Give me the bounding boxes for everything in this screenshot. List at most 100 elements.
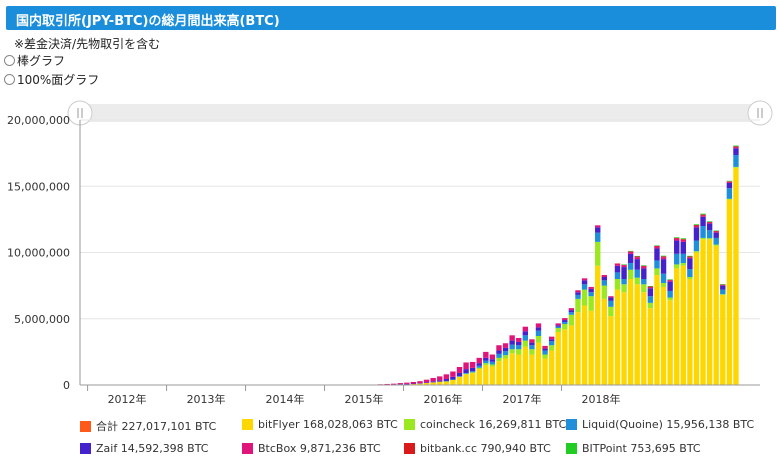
bar-segment	[548, 350, 555, 385]
bar-segment	[502, 358, 509, 385]
bar-segment	[667, 280, 673, 282]
legend-item-bitbank[interactable]: bitbank.cc 790,940 BTC	[404, 442, 551, 455]
legend-label: bitbank.cc 790,940 BTC	[420, 442, 551, 455]
legend-swatch	[80, 443, 91, 454]
legend-item-bitflyer[interactable]: bitFlyer 168,028,063 BTC	[242, 418, 398, 431]
bar-segment	[706, 239, 713, 385]
bar-segment	[608, 306, 614, 317]
bar-segment	[713, 245, 719, 386]
bar-segment	[720, 294, 726, 385]
bar-segment	[476, 367, 482, 370]
bar-segment	[706, 222, 713, 224]
bar-segment	[522, 326, 529, 332]
x-axis: 2012年 2013年 2014年 2015年 2016年 2017年 2018年	[80, 384, 760, 406]
bar-segment	[713, 230, 719, 232]
bar-segment	[660, 259, 667, 274]
bar-segment	[660, 256, 667, 258]
bar-segment	[614, 279, 621, 290]
bar-segment	[562, 318, 568, 321]
bar-segment	[437, 376, 443, 381]
bar-segment	[654, 248, 660, 261]
bar-segment	[568, 310, 575, 313]
bar-segment	[496, 350, 502, 354]
bar-segment	[575, 312, 581, 386]
bar-segment	[522, 335, 529, 341]
bar-segment	[667, 281, 673, 291]
legend-item-liquid[interactable]: Liquid(Quoine) 15,956,138 BTC	[566, 418, 754, 431]
bar-segment	[693, 227, 700, 241]
bar-segment	[660, 273, 667, 283]
legend-item-bitpoint[interactable]: BITPoint 753,695 BTC	[566, 442, 701, 455]
bar-segment	[476, 365, 482, 368]
bar-segment	[733, 148, 739, 155]
bar-segment	[522, 346, 529, 385]
bar-segment	[581, 284, 588, 290]
bar-segment	[621, 267, 627, 279]
bar-segment	[634, 284, 640, 385]
bar-segment	[687, 277, 693, 279]
bar-segment	[693, 224, 700, 226]
bar-segment	[641, 265, 647, 267]
bar-segment	[430, 377, 436, 382]
bar-segment	[614, 263, 621, 264]
bar-segment	[693, 240, 700, 252]
bar-segment	[443, 381, 450, 385]
legend-item-btcbox[interactable]: BtcBox 9,871,236 BTC	[242, 442, 381, 455]
legend-item-zaif[interactable]: Zaif 14,592,398 BTC	[80, 442, 208, 455]
legend-swatch	[242, 443, 253, 454]
bar-segment	[641, 268, 647, 279]
option-100-area-graph-label: 100%面グラフ	[17, 73, 100, 87]
bar-segment	[687, 258, 693, 270]
bar-segment	[621, 279, 627, 285]
bar-segment	[627, 279, 634, 385]
bar-segment	[693, 252, 700, 385]
x-tick-label: 2018年	[582, 392, 621, 406]
legend-swatch	[404, 443, 415, 454]
radio-100-area-graph[interactable]	[4, 74, 15, 85]
chart-title: 国内取引所(JPY-BTC)の総月間出来高(BTC)	[16, 14, 280, 29]
bar-segment	[548, 336, 555, 340]
bar-segment	[575, 290, 581, 293]
bar-segment	[516, 345, 522, 350]
bar-segment	[608, 297, 614, 301]
bar-segment	[516, 354, 522, 385]
bar-segment	[680, 263, 686, 266]
bar-segment	[456, 376, 463, 377]
bars	[344, 145, 739, 386]
legend-swatch	[80, 420, 91, 432]
legend-item-coincheck[interactable]: coincheck 16,269,811 BTC	[404, 418, 566, 431]
bar-segment	[608, 316, 614, 385]
bar-segment	[555, 328, 561, 332]
y-tick-label: 5,000,000	[14, 313, 70, 326]
bar-segment	[410, 383, 417, 385]
bar-segment	[674, 268, 680, 385]
option-bar-graph[interactable]: 棒グラフ	[4, 52, 65, 69]
bar-segment	[588, 296, 594, 311]
bar-segment	[627, 251, 634, 254]
bar-segment	[595, 232, 601, 242]
bar-segment	[581, 280, 588, 285]
bar-segment	[430, 381, 436, 383]
bar-segment	[654, 268, 660, 276]
bar-segment	[489, 361, 496, 365]
bar-segment	[634, 259, 640, 270]
bar-segment	[463, 374, 469, 385]
bar-segment	[410, 381, 417, 384]
radio-bar-graph[interactable]	[4, 55, 15, 66]
stacked-bar-chart: 20,000,000 15,000,000 10,000,000 5,000,000 0…	[7, 100, 773, 406]
bar-segment	[700, 216, 706, 226]
bar-segment	[647, 308, 654, 385]
option-100-area-graph[interactable]: 100%面グラフ	[4, 71, 99, 88]
range-handle-right[interactable]	[747, 100, 773, 126]
bar-segment	[654, 260, 660, 269]
bar-segment	[562, 329, 568, 385]
range-selector-track[interactable]	[80, 104, 760, 122]
bar-segment	[542, 354, 548, 359]
bar-segment	[483, 357, 489, 361]
bar-segment	[706, 221, 713, 223]
bar-segment	[502, 347, 509, 352]
legend-item-total[interactable]: 合計 227,017,101 BTC	[80, 418, 216, 434]
legend-swatch	[566, 443, 577, 454]
bar-segment	[443, 380, 450, 382]
bar-segment	[595, 241, 601, 266]
